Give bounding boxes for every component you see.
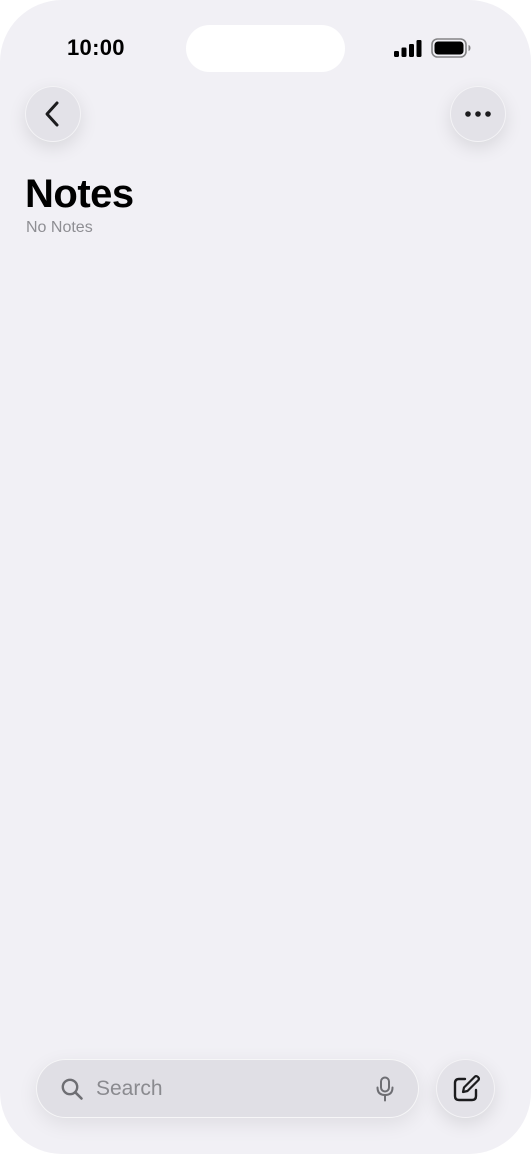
ellipsis-icon bbox=[465, 111, 491, 117]
chevron-left-icon bbox=[45, 101, 59, 127]
status-time: 10:00 bbox=[67, 35, 125, 60]
search-bar[interactable] bbox=[36, 1059, 419, 1118]
notes-count-label: No Notes bbox=[26, 219, 93, 236]
notes-screen: 10:00 Notes No Notes bbox=[0, 0, 531, 1154]
compose-icon bbox=[453, 1074, 480, 1101]
more-options-button[interactable] bbox=[450, 86, 506, 142]
cellular-signal-icon bbox=[394, 40, 422, 57]
back-button[interactable] bbox=[25, 86, 81, 142]
compose-button[interactable] bbox=[436, 1059, 495, 1118]
microphone-icon[interactable] bbox=[375, 1076, 395, 1102]
search-icon bbox=[61, 1078, 83, 1100]
search-input[interactable] bbox=[96, 1073, 375, 1104]
page-title: Notes bbox=[25, 172, 134, 216]
dynamic-island bbox=[186, 25, 345, 72]
battery-icon bbox=[431, 38, 471, 58]
